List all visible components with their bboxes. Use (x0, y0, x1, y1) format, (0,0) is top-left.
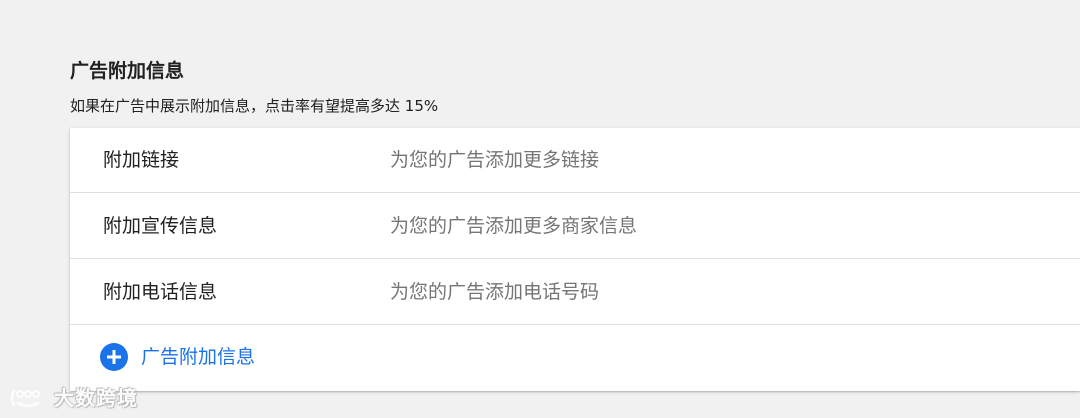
extension-description: 为您的广告添加更多商家信息 (390, 215, 638, 237)
extension-description: 为您的广告添加更多链接 (390, 149, 600, 171)
extension-row-sitelinks[interactable]: 附加链接 为您的广告添加更多链接 (70, 128, 1080, 193)
add-extension-button[interactable]: 广告附加信息 (70, 325, 1080, 391)
extension-label: 附加电话信息 (103, 281, 218, 303)
extension-label: 附加链接 (103, 149, 180, 171)
extension-description: 为您的广告添加电话号码 (390, 281, 600, 303)
section-title: 广告附加信息 (70, 60, 185, 82)
extension-row-callouts[interactable]: 附加宣传信息 为您的广告添加更多商家信息 (70, 194, 1080, 259)
extension-row-calls[interactable]: 附加电话信息 为您的广告添加电话号码 (70, 260, 1080, 325)
add-circle-icon (100, 343, 128, 371)
watermark-text: 大数跨境 (54, 386, 138, 410)
extension-label: 附加宣传信息 (103, 215, 218, 237)
section-subtitle: 如果在广告中展示附加信息，点击率有望提高多达 15% (70, 97, 439, 115)
watermark: 大数跨境 (8, 384, 138, 412)
brand-logo-icon (10, 389, 40, 408)
add-extension-label: 广告附加信息 (141, 346, 256, 368)
extensions-card: 附加链接 为您的广告添加更多链接 附加宣传信息 为您的广告添加更多商家信息 附加… (70, 128, 1080, 391)
